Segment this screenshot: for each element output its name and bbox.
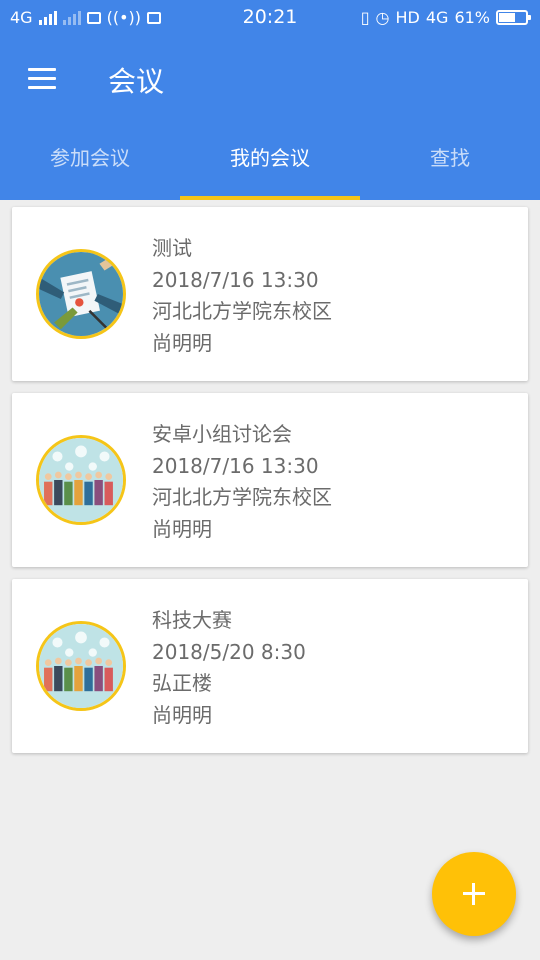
meeting-avatar (36, 249, 126, 339)
tab-my-meetings[interactable]: 我的会议 (180, 128, 360, 200)
status-right: ▯ ◷ HD 4G 61% (360, 8, 531, 27)
net-type-label: 4G (425, 8, 449, 27)
menu-icon[interactable] (22, 64, 62, 94)
meeting-location: 弘正楼 (152, 671, 212, 695)
meeting-info: 安卓小组讨论会 2018/7/16 13:30 河北北方学院东校区 尚明明 (152, 419, 332, 545)
meeting-datetime: 2018/7/16 13:30 (152, 453, 319, 478)
meeting-card[interactable]: 测试 2018/7/16 13:30 河北北方学院东校区 尚明明 (12, 207, 528, 381)
meeting-card[interactable]: 科技大赛 2018/5/20 8:30 弘正楼 尚明明 (12, 579, 528, 753)
meeting-location: 河北北方学院东校区 (152, 299, 332, 323)
team-discussion-image (39, 624, 123, 708)
meeting-list: 测试 2018/7/16 13:30 河北北方学院东校区 尚明明 安卓小组讨论会… (12, 207, 528, 765)
alarm-icon: ◷ (375, 8, 390, 27)
page-title: 会议 (108, 65, 165, 98)
meeting-datetime: 2018/5/20 8:30 (152, 639, 306, 664)
meeting-organizer: 尚明明 (152, 702, 212, 727)
meeting-organizer: 尚明明 (152, 330, 212, 355)
meeting-datetime: 2018/7/16 13:30 (152, 267, 319, 292)
meeting-organizer: 尚明明 (152, 516, 212, 541)
team-discussion-image (39, 438, 123, 522)
app-bar: 会议 参加会议 我的会议 查找 (0, 36, 540, 200)
add-meeting-button[interactable] (432, 852, 516, 936)
battery-icon (496, 10, 531, 25)
tab-search[interactable]: 查找 (360, 128, 540, 200)
meeting-location: 河北北方学院东校区 (152, 485, 332, 509)
meeting-title: 安卓小组讨论会 (152, 422, 292, 446)
meeting-card[interactable]: 安卓小组讨论会 2018/7/16 13:30 河北北方学院东校区 尚明明 (12, 393, 528, 567)
hd-label: HD (395, 8, 420, 27)
tab-joined-meetings[interactable]: 参加会议 (0, 128, 180, 200)
meeting-avatar (36, 435, 126, 525)
handshake-contract-image (39, 252, 123, 336)
meeting-info: 测试 2018/7/16 13:30 河北北方学院东校区 尚明明 (152, 233, 332, 359)
meeting-info: 科技大赛 2018/5/20 8:30 弘正楼 尚明明 (152, 605, 306, 731)
meeting-avatar (36, 621, 126, 711)
battery-percent: 61% (454, 8, 490, 27)
vibrate-icon: ▯ (360, 8, 370, 27)
meeting-title: 科技大赛 (152, 608, 232, 632)
tab-bar: 参加会议 我的会议 查找 (0, 128, 540, 200)
meeting-title: 测试 (152, 236, 192, 260)
status-bar: 4G ((•)) 20:21 ▯ ◷ HD 4G 61% (0, 0, 540, 36)
